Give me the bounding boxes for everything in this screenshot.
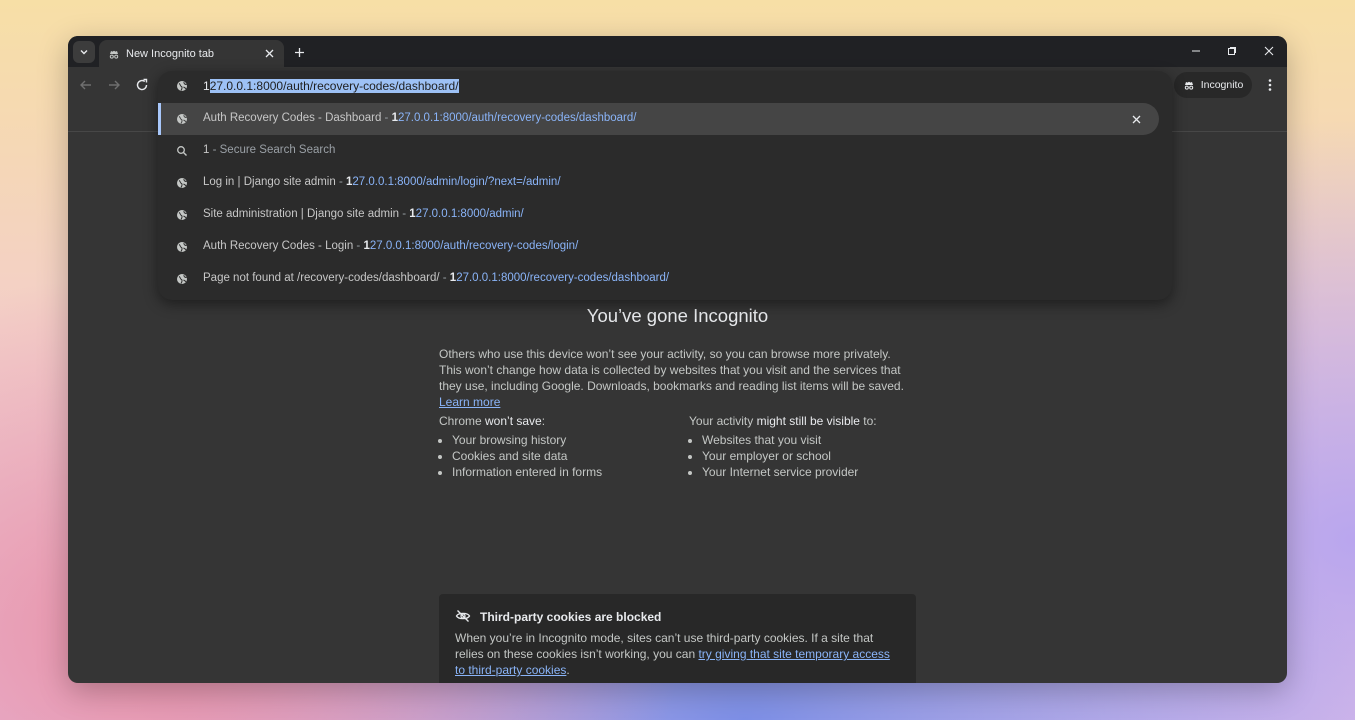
suggestion-row[interactable]: Auth Recovery Codes - Login - 127.0.0.1:… xyxy=(158,231,1172,263)
incognito-icon xyxy=(1184,81,1193,90)
incognito-label: Incognito xyxy=(1200,79,1244,91)
remove-suggestion-button[interactable] xyxy=(1128,111,1144,127)
restore-icon xyxy=(1228,47,1236,55)
address-bar[interactable]: 127.0.0.1:8000/auth/recovery-codes/dashb… xyxy=(158,71,1172,101)
minimize-button[interactable] xyxy=(1186,42,1206,60)
globe-icon xyxy=(177,178,187,188)
suggestion-text: Log in | Django site admin - 127.0.0.1:8… xyxy=(203,176,561,188)
search-icon xyxy=(177,146,187,156)
arrow-left-icon xyxy=(80,80,91,90)
list-item: Your employer or school xyxy=(702,448,929,464)
address-input[interactable]: 127.0.0.1:8000/auth/recovery-codes/dashb… xyxy=(203,79,459,93)
new-tab-button[interactable] xyxy=(290,43,308,61)
menu-button[interactable] xyxy=(1261,76,1279,94)
forward-button[interactable] xyxy=(105,76,123,94)
still-visible-list: Your activity might still be visible to:… xyxy=(689,413,929,480)
cookies-title: Third-party cookies are blocked xyxy=(480,610,662,624)
list-item: Information entered in forms xyxy=(452,464,679,480)
intro-text: Others who use this device won’t see you… xyxy=(439,347,904,409)
cookies-blocked-card: Third-party cookies are blocked When you… xyxy=(439,594,916,683)
suggestion-list: Auth Recovery Codes - Dashboard - 127.0.… xyxy=(158,103,1172,295)
close-icon xyxy=(1132,115,1140,123)
wont-save-list: Chrome won’t save: Your browsing history… xyxy=(439,413,679,480)
tab-search-button[interactable] xyxy=(73,41,95,63)
suggestion-row[interactable]: 1 - Secure Search Search xyxy=(158,135,1172,167)
globe-icon xyxy=(177,114,187,124)
tab-new-incognito[interactable]: New Incognito tab xyxy=(99,40,284,67)
incognito-chip[interactable]: Incognito xyxy=(1174,72,1252,98)
close-icon xyxy=(1264,46,1274,56)
suggestion-row[interactable]: Log in | Django site admin - 127.0.0.1:8… xyxy=(158,167,1172,199)
globe-icon xyxy=(177,210,187,220)
arrow-right-icon xyxy=(109,80,120,90)
browser-window: New Incognito tab Incognito You’ve gone … xyxy=(68,36,1287,683)
restore-button[interactable] xyxy=(1222,42,1242,60)
omnibox-popup: 127.0.0.1:8000/auth/recovery-codes/dashb… xyxy=(158,71,1172,300)
globe-icon xyxy=(177,81,187,91)
tab-title: New Incognito tab xyxy=(126,47,215,60)
chevron-down-icon xyxy=(80,50,88,55)
back-button[interactable] xyxy=(77,76,95,94)
plus-icon xyxy=(294,47,304,57)
list-item: Your Internet service provider xyxy=(702,464,929,480)
list-item: Websites that you visit xyxy=(702,432,929,448)
learn-more-link[interactable]: Learn more xyxy=(439,395,500,409)
address-selection: 27.0.0.1:8000/auth/recovery-codes/dashbo… xyxy=(209,79,459,93)
page-title: You’ve gone Incognito xyxy=(586,305,769,326)
close-window-button[interactable] xyxy=(1259,42,1279,60)
suggestion-text: Page not found at /recovery-codes/dashbo… xyxy=(203,272,670,284)
globe-icon xyxy=(177,274,187,284)
minimize-icon xyxy=(1192,50,1200,52)
suggestion-row[interactable]: Auth Recovery Codes - Dashboard - 127.0.… xyxy=(158,103,1159,135)
eye-off-icon xyxy=(455,610,471,622)
list-item: Cookies and site data xyxy=(452,448,679,464)
suggestion-row[interactable]: Page not found at /recovery-codes/dashbo… xyxy=(158,263,1172,295)
close-icon xyxy=(265,49,273,58)
suggestion-text: Site administration | Django site admin … xyxy=(203,208,524,220)
tab-strip: New Incognito tab xyxy=(68,36,1287,67)
suggestion-text: 1 - Secure Search Search xyxy=(203,144,336,156)
suggestion-row[interactable]: Site administration | Django site admin … xyxy=(158,199,1172,231)
reload-button[interactable] xyxy=(133,76,151,94)
cookies-body: When you’re in Incognito mode, sites can… xyxy=(455,631,890,677)
suggestion-text: Auth Recovery Codes - Dashboard - 127.0.… xyxy=(203,112,637,124)
list-item: Your browsing history xyxy=(452,432,679,448)
more-vert-icon xyxy=(1268,79,1272,91)
suggestion-text: Auth Recovery Codes - Login - 127.0.0.1:… xyxy=(203,240,579,252)
wont-save-heading: Chrome won’t save: xyxy=(439,414,546,428)
globe-icon xyxy=(177,242,187,252)
incognito-icon xyxy=(109,50,119,59)
reload-icon xyxy=(136,78,148,91)
still-visible-heading: Your activity might still be visible to: xyxy=(689,414,877,428)
tab-close-button[interactable] xyxy=(261,46,277,62)
